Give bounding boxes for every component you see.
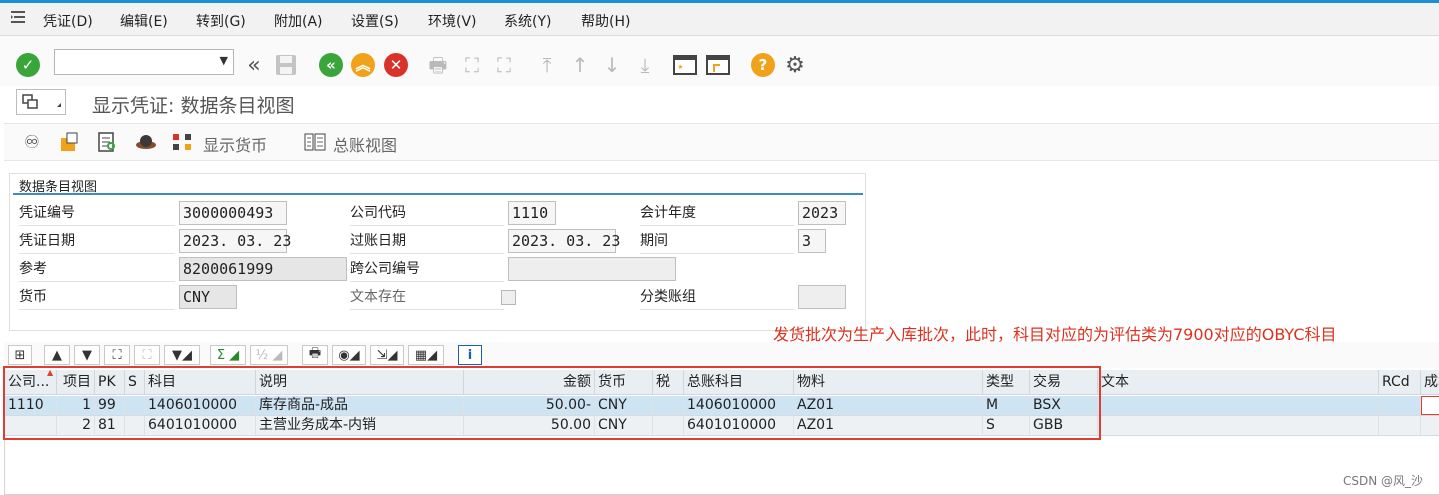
previous-page-icon[interactable]: ↑ (567, 52, 593, 78)
doc-date-field[interactable]: 2023. 03. 23 (179, 229, 291, 253)
cell-rcd (1379, 396, 1421, 415)
posting-date-label: 过账日期 (350, 230, 504, 254)
find-next-icon[interactable]: ⛶ (491, 52, 517, 78)
chevron-down-icon[interactable]: ▼ (220, 54, 228, 67)
layout-icon[interactable]: ▦◢ (408, 345, 444, 365)
cell-rcd (1379, 416, 1421, 435)
doc-number-label: 凭证编号 (19, 202, 175, 226)
menu-help[interactable]: 帮助(H) (581, 11, 630, 31)
page-title: 显示凭证: 数据条目视图 (92, 95, 295, 117)
menu-edit[interactable]: 编辑(E) (120, 11, 168, 31)
menu-environment[interactable]: 环境(V) (428, 11, 477, 31)
text-exists-label: 文本存在 (350, 286, 504, 310)
menu-bar: 凭证(D) 编辑(E) 转到(G) 附加(A) 设置(S) 环境(V) 系统(Y… (0, 3, 1439, 36)
first-page-icon[interactable]: ⤒ (534, 52, 560, 78)
group-title-underline (13, 193, 863, 195)
watermark: CSDN @风_沙 (1343, 474, 1424, 488)
filter-icon[interactable]: ▼◢ (164, 345, 200, 365)
cross-company-label: 跨公司编号 (350, 258, 504, 282)
back-icon[interactable]: « (318, 52, 344, 78)
cell-cost[interactable] (1421, 416, 1439, 435)
currency-icon[interactable] (170, 129, 196, 155)
reference-field[interactable]: 8200061999 (179, 257, 347, 281)
cell-text (1098, 416, 1379, 435)
ledger-icon[interactable] (302, 129, 328, 155)
sort-ascending-icon[interactable]: ▲ (44, 345, 70, 365)
reference-label: 参考 (19, 258, 175, 282)
details-icon[interactable]: ⊞ (8, 345, 32, 365)
find-icon[interactable]: ⛶ (459, 52, 485, 78)
save-icon[interactable] (273, 52, 299, 78)
posting-date-field[interactable]: 2023. 03. 23 (508, 229, 620, 253)
info-icon[interactable]: i (458, 345, 482, 365)
ledger-group-label: 分类账组 (640, 286, 794, 310)
cell-cost[interactable] (1421, 396, 1439, 415)
ledger-view-button[interactable]: 总账视图 (333, 132, 397, 156)
fiscal-year-field[interactable]: 2023 (798, 201, 846, 225)
hat-icon[interactable] (133, 129, 159, 155)
menu-expand-icon[interactable] (10, 10, 26, 24)
col-text[interactable]: 文本 (1098, 370, 1379, 394)
enter-icon[interactable]: ✓ (15, 52, 41, 78)
customize-layout-icon[interactable]: ⚙ (782, 52, 808, 78)
period-field[interactable]: 3 (798, 229, 826, 253)
display-currency-button[interactable]: 显示货币 (203, 132, 267, 156)
next-page-icon[interactable]: ↓ (599, 52, 625, 78)
find-next-icon[interactable]: ⛶ (134, 345, 160, 365)
sum-icon[interactable]: Σ ◢ (210, 345, 246, 365)
menu-goto[interactable]: 转到(G) (196, 11, 246, 31)
menu-settings[interactable]: 设置(S) (351, 11, 399, 31)
create-session-icon[interactable] (672, 52, 698, 78)
select-icon[interactable] (94, 129, 120, 155)
document-overview-icon[interactable] (56, 129, 82, 155)
print-icon[interactable]: 🖶 (425, 52, 451, 78)
back-double-icon[interactable]: « (241, 52, 267, 78)
col-rcd[interactable]: RCd (1379, 370, 1421, 394)
views-icon[interactable]: ◉◢ (332, 345, 366, 365)
command-field[interactable]: ▼ (54, 49, 234, 75)
currency-field[interactable]: CNY (179, 285, 237, 309)
cross-company-field[interactable] (508, 257, 676, 281)
help-icon[interactable]: ? (750, 52, 776, 78)
subtotal-icon[interactable]: ½ ◢ (250, 345, 288, 365)
exit-icon[interactable]: ︽ (350, 52, 376, 78)
text-exists-checkbox[interactable] (501, 290, 516, 305)
export-icon[interactable]: ⇲◢ (370, 345, 404, 365)
company-code-field[interactable]: 1110 (508, 201, 556, 225)
fiscal-year-label: 会计年度 (640, 202, 794, 226)
last-page-icon[interactable]: ⤓ (632, 52, 658, 78)
col-cost[interactable]: 成本 (1421, 370, 1439, 394)
currency-label: 货币 (19, 286, 175, 310)
cancel-icon[interactable]: ✕ (383, 52, 409, 78)
screen-menu-button[interactable] (16, 89, 66, 115)
highlight-box (3, 366, 1101, 440)
sort-descending-icon[interactable]: ▼ (74, 345, 100, 365)
menu-system[interactable]: 系统(Y) (504, 11, 551, 31)
doc-number-field[interactable]: 3000000493 (179, 201, 287, 225)
change-display-icon[interactable]: ♾ (19, 129, 45, 155)
menu-extras[interactable]: 附加(A) (274, 11, 323, 31)
shortcut-icon[interactable] (705, 52, 731, 78)
find-icon[interactable]: ⛶ (104, 345, 130, 365)
doc-date-label: 凭证日期 (19, 230, 175, 254)
company-code-label: 公司代码 (350, 202, 504, 226)
cell-text (1098, 396, 1379, 415)
period-label: 期间 (640, 230, 794, 254)
ledger-group-field[interactable] (798, 285, 846, 309)
print-icon[interactable]: 🖶 (302, 345, 328, 365)
menu-document[interactable]: 凭证(D) (43, 11, 93, 31)
